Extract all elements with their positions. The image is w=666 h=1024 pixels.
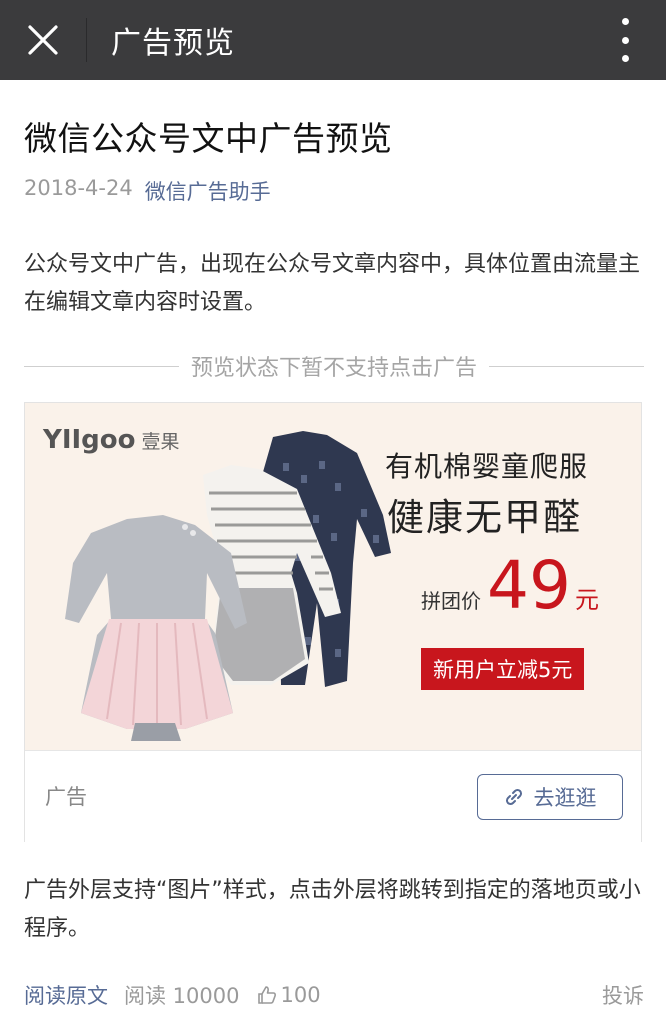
- ad-subheadline: 健康无甲醛: [387, 496, 582, 539]
- read-count: 阅读 10000: [124, 984, 240, 1008]
- divider-text: 预览状态下暂不支持点击广告: [191, 356, 478, 381]
- thumbs-up-icon: [258, 986, 277, 1004]
- ad-cta-label: 去逛逛: [533, 786, 597, 810]
- account-name-link[interactable]: 微信广告助手: [145, 176, 271, 206]
- ad-headline: 有机棉婴童爬服: [385, 450, 589, 483]
- ad-cta-button[interactable]: 去逛逛: [477, 774, 623, 820]
- price-unit: 元: [574, 586, 599, 614]
- close-button[interactable]: [0, 0, 86, 80]
- page-title: 广告预览: [111, 26, 235, 61]
- article-paragraph-2: 广告外层支持“图片”样式，点击外层将跳转到指定的落地页或小程序。: [24, 878, 641, 941]
- more-options-button[interactable]: [618, 18, 632, 62]
- top-bar: 广告预览: [0, 0, 666, 80]
- link-icon: [505, 788, 522, 806]
- ad-preview-divider: 预览状态下暂不支持点击广告: [24, 350, 645, 382]
- promo-badge: 新用户立减5元: [421, 648, 585, 690]
- article-footer: 阅读原文 阅读 10000 100 投诉: [24, 980, 644, 1010]
- price-value: 49: [487, 547, 571, 624]
- ad-banner-image[interactable]: YIIgoo 壹果 有机棉婴童爬服 健康无甲醛 拼团价 49 元 新用户立减5元: [25, 403, 641, 750]
- read-original-link[interactable]: 阅读原文: [24, 980, 108, 1010]
- ad-footer: 广告 去逛逛: [25, 750, 641, 842]
- price-label: 拼团价: [421, 589, 481, 613]
- price-row: 拼团价 49 元: [421, 553, 599, 619]
- close-icon: [28, 25, 58, 55]
- article-title: 微信公众号文中广告预览: [24, 119, 393, 158]
- topbar-divider: [86, 18, 87, 62]
- ad-label: 广告: [45, 785, 87, 809]
- like-count: 100: [280, 983, 321, 1007]
- ad-card[interactable]: YIIgoo 壹果 有机棉婴童爬服 健康无甲醛 拼团价 49 元 新用户立减5元…: [24, 402, 642, 842]
- publish-date: 2018-4-24: [24, 176, 133, 200]
- baby-clothes-image: [65, 431, 391, 741]
- report-link[interactable]: 投诉: [602, 980, 644, 1010]
- article-paragraph: 公众号文中广告，出现在公众号文章内容中，具体位置由流量主在编辑文章内容时设置。: [24, 252, 641, 315]
- more-vertical-icon: [621, 18, 629, 25]
- article-meta: 2018-4-24 微信广告助手: [24, 176, 271, 206]
- like-button[interactable]: 100: [257, 983, 321, 1007]
